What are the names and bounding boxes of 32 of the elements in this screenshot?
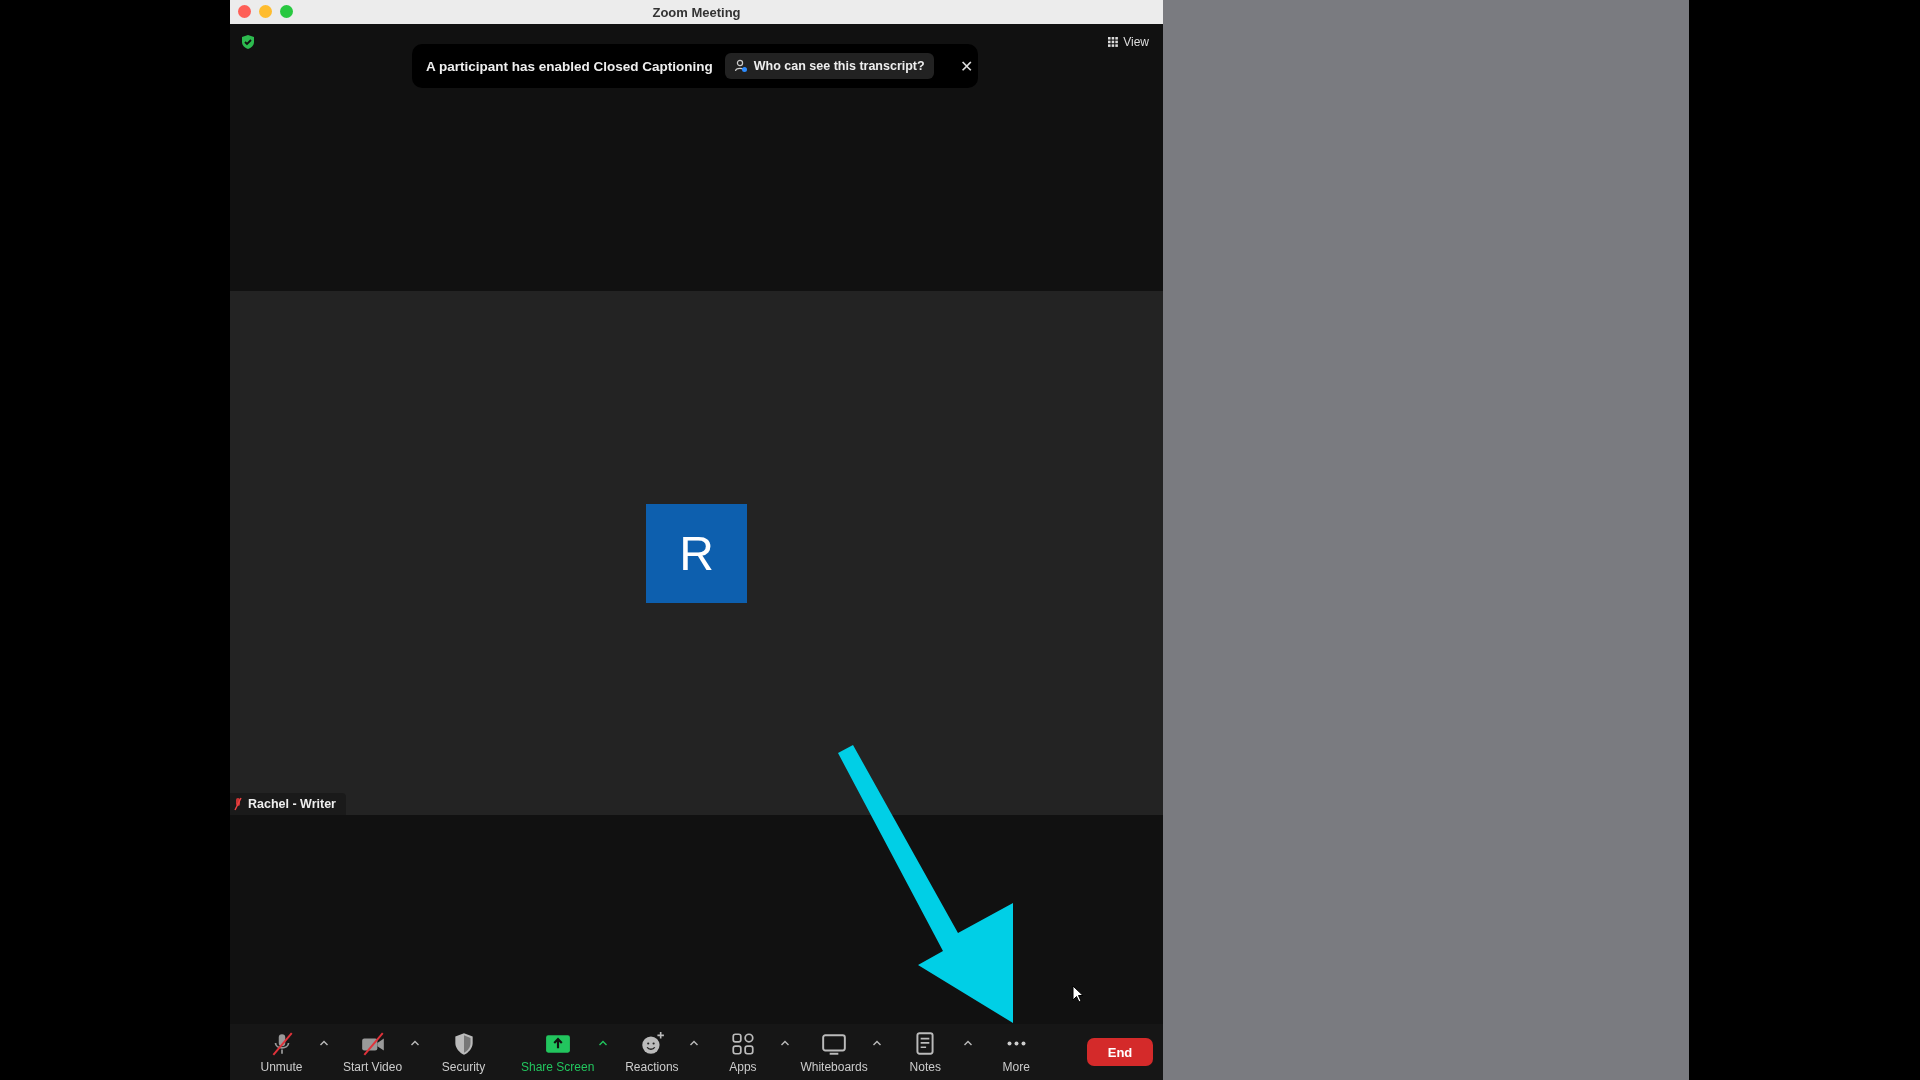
more-icon — [1006, 1040, 1026, 1046]
view-button[interactable]: View — [1108, 35, 1149, 49]
notification-message: A participant has enabled Closed Captioning — [426, 58, 713, 74]
close-button[interactable]: ✕ — [959, 56, 973, 76]
caret-icon[interactable] — [962, 1040, 973, 1046]
window-title: Zoom Meeting — [652, 4, 741, 20]
caret-icon[interactable] — [689, 1040, 700, 1046]
mouse-cursor-icon — [1072, 985, 1084, 1003]
caret-icon[interactable] — [598, 1040, 609, 1046]
caret-icon[interactable] — [780, 1040, 791, 1046]
shield-check-icon[interactable] — [240, 34, 256, 50]
grid-icon — [1108, 37, 1119, 47]
camera-icon — [359, 1030, 386, 1057]
end-button[interactable]: End — [1087, 1038, 1153, 1066]
whiteboards-button[interactable]: Whiteboards — [800, 1030, 868, 1074]
apps-icon — [729, 1030, 756, 1057]
caret-icon[interactable] — [319, 1040, 329, 1046]
more-button[interactable]: More — [982, 1030, 1050, 1074]
caret-icon[interactable] — [410, 1040, 420, 1046]
video-button[interactable]: Start Video — [339, 1030, 406, 1074]
notes-button[interactable]: Notes — [891, 1030, 959, 1074]
participant-name: Rachel - Writer — [248, 797, 336, 811]
apps-button[interactable]: Apps — [709, 1030, 777, 1074]
close-window-icon[interactable] — [238, 5, 251, 18]
person-icon — [733, 59, 748, 73]
avatar: R — [646, 503, 747, 603]
share-button[interactable]: Share Screen — [521, 1030, 595, 1074]
caret-icon[interactable] — [871, 1040, 882, 1046]
reactions-button[interactable]: Reactions — [618, 1030, 686, 1074]
transcript-button[interactable]: Who can see this transcript? — [724, 53, 934, 79]
mic-button[interactable]: Unmute — [248, 1030, 315, 1074]
security-button[interactable]: Security — [430, 1030, 497, 1074]
